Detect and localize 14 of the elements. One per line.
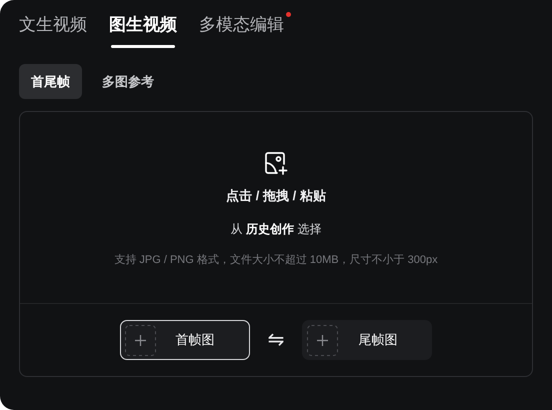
- tab[interactable]: 图生视频: [109, 8, 177, 48]
- frame-upload-button[interactable]: 尾帧图: [302, 320, 432, 360]
- sub-tab[interactable]: 首尾帧: [19, 64, 82, 99]
- swap-button[interactable]: ⇋: [268, 325, 284, 355]
- plus-icon: [307, 324, 338, 356]
- frame-upload-button[interactable]: 首帧图: [120, 320, 250, 360]
- plus-icon: [124, 324, 156, 356]
- image-add-icon: [263, 150, 289, 176]
- tab[interactable]: 多模态编辑: [199, 8, 284, 48]
- tab[interactable]: 文生视频: [19, 8, 87, 48]
- upload-hint: 支持 JPG / PNG 格式，文件大小不超过 10MB，尺寸不小于 300px: [114, 252, 438, 268]
- upload-title[interactable]: 点击 / 拖拽 / 粘贴: [226, 186, 326, 206]
- history-link[interactable]: 从 历史创作 选择: [230, 220, 322, 238]
- sub-tab[interactable]: 多图参考: [90, 64, 166, 99]
